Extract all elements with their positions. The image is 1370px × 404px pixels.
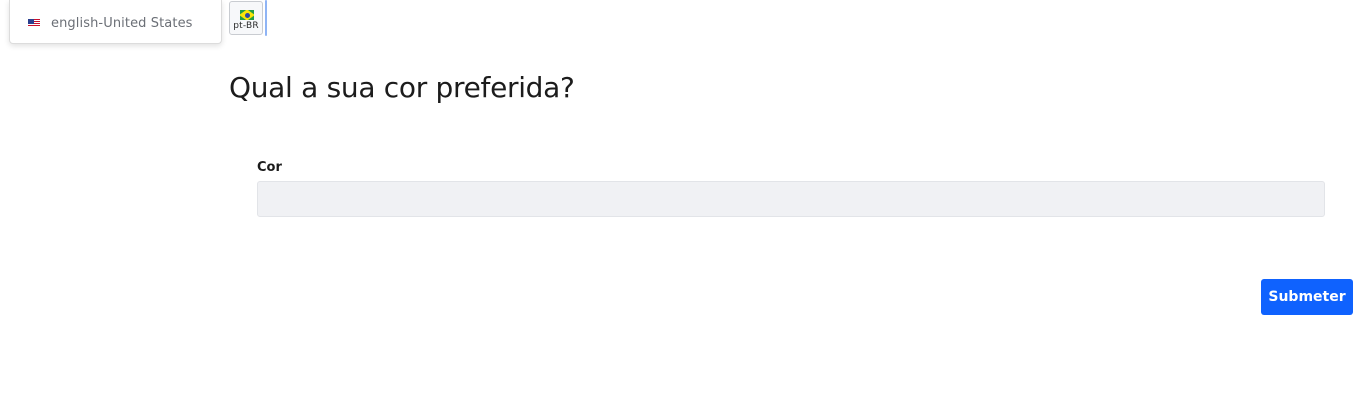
us-flag-icon	[28, 19, 40, 27]
language-selector-button[interactable]: pt-BR	[229, 1, 263, 35]
focus-ring	[265, 0, 267, 36]
language-dropdown-menu: english-United States	[9, 0, 222, 44]
survey-page: english-United States pt-BR Qual a sua c…	[0, 0, 1370, 404]
question-title: Qual a sua cor preferida?	[229, 71, 575, 104]
color-field-label: Cor	[257, 160, 282, 175]
language-option-english-us[interactable]: english-United States	[28, 15, 193, 31]
language-option-label: english-United States	[51, 15, 193, 31]
brazil-flag-icon	[240, 10, 254, 20]
submit-button[interactable]: Submeter	[1261, 279, 1353, 315]
color-input[interactable]	[257, 181, 1325, 217]
language-code: pt-BR	[233, 21, 259, 31]
